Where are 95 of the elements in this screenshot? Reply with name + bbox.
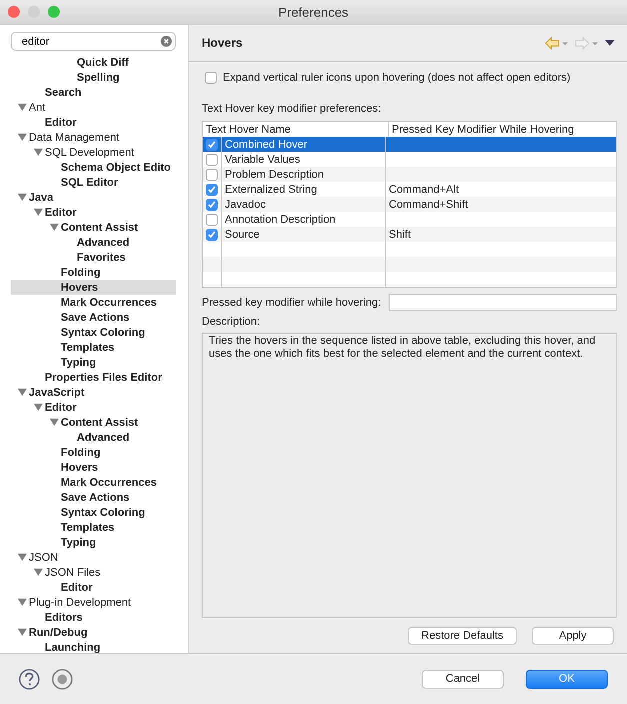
tree-item[interactable]: Quick Diff bbox=[11, 55, 176, 70]
checkbox[interactable] bbox=[206, 214, 218, 226]
search-field[interactable]: editor bbox=[11, 32, 176, 51]
table-cell: Externalized String bbox=[225, 184, 318, 196]
expand-triangle-icon[interactable] bbox=[18, 193, 27, 202]
expand-triangle-icon[interactable] bbox=[50, 418, 59, 427]
record-icon[interactable] bbox=[52, 668, 73, 690]
expand-triangle-icon[interactable] bbox=[18, 133, 27, 142]
column-header[interactable]: Pressed Key Modifier While Hovering bbox=[389, 122, 616, 137]
expand-triangle-icon[interactable] bbox=[34, 148, 43, 157]
forward-arrow-icon[interactable] bbox=[575, 36, 599, 50]
table-cell: Annotation Description bbox=[225, 214, 336, 226]
table-cell: Shift bbox=[389, 228, 412, 240]
page-title: Hovers bbox=[202, 36, 244, 50]
tree-item[interactable]: Search bbox=[11, 85, 176, 100]
help-icon[interactable] bbox=[19, 668, 40, 690]
expand-triangle-icon[interactable] bbox=[34, 403, 43, 412]
tree-item[interactable]: Favorites bbox=[11, 250, 176, 265]
expand-triangle-icon[interactable] bbox=[18, 553, 27, 562]
tree-item[interactable]: Editor bbox=[11, 400, 176, 415]
table-row[interactable]: Javadoc Command+Shift bbox=[203, 197, 616, 212]
tree-item[interactable]: Syntax Coloring bbox=[11, 325, 176, 340]
tree-item[interactable]: Run/Debug bbox=[11, 625, 176, 640]
cancel-button[interactable]: Cancel bbox=[422, 670, 504, 688]
tree-item[interactable]: Mark Occurrences bbox=[11, 295, 176, 310]
tree-item[interactable]: Save Actions bbox=[11, 490, 176, 505]
tree-item[interactable]: Mark Occurrences bbox=[11, 475, 176, 490]
table-row[interactable]: Source Shift bbox=[203, 227, 616, 242]
tree-item[interactable]: Editors bbox=[11, 610, 176, 625]
tree-item[interactable]: Advanced bbox=[11, 430, 176, 445]
tree-item[interactable]: Templates bbox=[11, 520, 176, 535]
tree-item[interactable]: Folding bbox=[11, 265, 176, 280]
checkbox[interactable] bbox=[206, 168, 218, 180]
tree-item[interactable]: SQL Editor bbox=[11, 175, 176, 190]
view-menu-icon[interactable] bbox=[605, 40, 615, 46]
page-button[interactable]: Apply bbox=[532, 627, 614, 645]
table-row[interactable]: Problem Description bbox=[203, 167, 616, 182]
table-cell: Problem Description bbox=[225, 168, 324, 180]
tree-item[interactable]: SQL Development bbox=[11, 145, 176, 160]
table-cell: Combined Hover bbox=[225, 138, 308, 150]
tree-item[interactable]: Typing bbox=[11, 355, 176, 370]
tree-item[interactable]: Templates bbox=[11, 340, 176, 355]
checkbox[interactable] bbox=[206, 228, 218, 240]
clear-icon[interactable] bbox=[161, 36, 172, 47]
close-button[interactable] bbox=[8, 6, 20, 18]
tree-item[interactable]: Typing bbox=[11, 535, 176, 550]
tree-item[interactable]: Java bbox=[11, 190, 176, 205]
tree-item[interactable]: JSON bbox=[11, 550, 176, 565]
checkbox[interactable] bbox=[206, 184, 218, 196]
tree-item[interactable]: Syntax Coloring bbox=[11, 505, 176, 520]
checkbox[interactable] bbox=[206, 138, 218, 150]
expand-triangle-icon[interactable] bbox=[50, 223, 59, 232]
modifier-label: Pressed key modifier while hovering: bbox=[202, 296, 382, 308]
page-button[interactable]: Restore Defaults bbox=[408, 627, 517, 645]
checkbox[interactable] bbox=[205, 72, 217, 84]
tree-item[interactable]: Advanced bbox=[11, 235, 176, 250]
checkbox[interactable] bbox=[206, 198, 218, 210]
tree-item[interactable]: JavaScript bbox=[11, 385, 176, 400]
table-cell: Variable Values bbox=[225, 154, 300, 166]
tree-item[interactable]: Hovers bbox=[11, 460, 176, 475]
expand-triangle-icon[interactable] bbox=[18, 103, 27, 112]
table-cell: Command+Alt bbox=[389, 184, 460, 196]
table-cell: Javadoc bbox=[225, 198, 266, 210]
tree-item[interactable]: Spelling bbox=[11, 70, 176, 85]
table-cell: Source bbox=[225, 228, 260, 240]
tree-item[interactable]: Content Assist bbox=[11, 415, 176, 430]
expand-triangle-icon[interactable] bbox=[18, 628, 27, 637]
expand-triangle-icon[interactable] bbox=[34, 208, 43, 217]
modifier-field[interactable] bbox=[389, 294, 617, 311]
tree-item[interactable]: Hovers bbox=[11, 280, 176, 295]
checkbox-label: Expand vertical ruler icons upon hovering (does not affect open editors) bbox=[223, 72, 571, 84]
expand-triangle-icon[interactable] bbox=[18, 598, 27, 607]
table-row[interactable]: Combined Hover bbox=[203, 137, 616, 152]
window-title: Preferences bbox=[278, 4, 349, 20]
description-text: Tries the hovers in the sequence listed in above table, excluding this hover, and uses the one which fits best for the selected element and the current context. bbox=[209, 335, 596, 360]
tree-item[interactable]: Plug-in Development bbox=[11, 595, 176, 610]
tree-item[interactable]: Launching bbox=[11, 640, 176, 653]
checkbox[interactable] bbox=[206, 154, 218, 166]
tree-item[interactable]: Editor bbox=[11, 580, 176, 595]
expand-triangle-icon[interactable] bbox=[18, 388, 27, 397]
tree-item[interactable]: Data Management bbox=[11, 130, 176, 145]
tree-item[interactable]: Editor bbox=[11, 205, 176, 220]
table-cell: Command+Shift bbox=[389, 198, 468, 210]
table-label: Text Hover key modifier preferences: bbox=[202, 103, 382, 115]
tree-item[interactable]: Schema Object Edito bbox=[11, 160, 176, 175]
expand-triangle-icon[interactable] bbox=[34, 568, 43, 577]
tree-item[interactable]: JSON Files bbox=[11, 565, 176, 580]
description-label: Description: bbox=[202, 316, 262, 328]
tree-item[interactable]: Ant bbox=[11, 100, 176, 115]
tree-item[interactable]: Content Assist bbox=[11, 220, 176, 235]
tree-item[interactable]: Folding bbox=[11, 445, 176, 460]
tree-item[interactable]: Save Actions bbox=[11, 310, 176, 325]
tree-item[interactable]: Properties Files Editor bbox=[11, 370, 176, 385]
back-arrow-icon[interactable] bbox=[545, 36, 569, 50]
tree-item[interactable]: Editor bbox=[11, 115, 176, 130]
